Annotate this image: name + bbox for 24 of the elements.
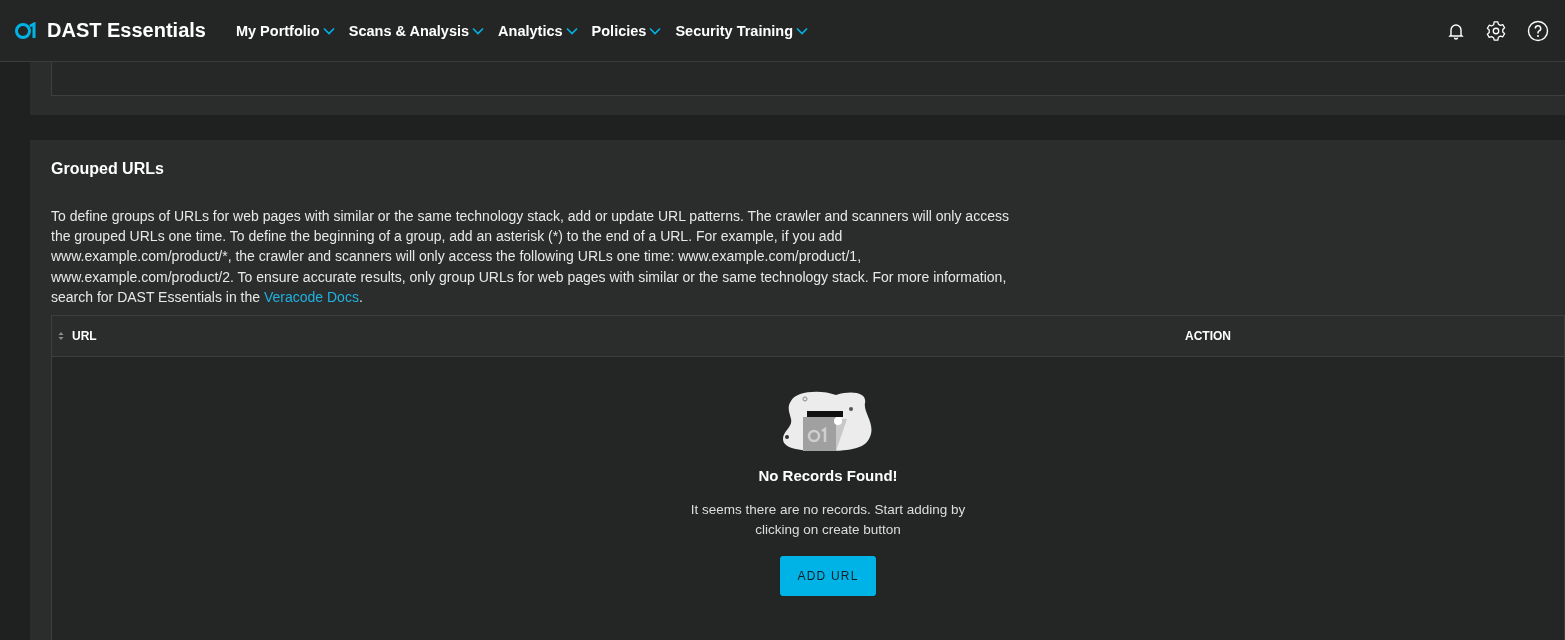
description-text: To define groups of URLs for web pages with similar or the same technology stack, add or update URL patterns. The crawler and scanners will only access the grouped URLs one time. To define the beginning of a group, add an asterisk (*) to the end of a URL. For example, if you add www.example.com/product/*, the crawler and scanners will only access the following URLs one time: www.example.com/product/1, www.example.com/product/2. To ensure accurate results, only group URLs for web pages with similar or the same technology stack. For more information, search for DAST Essentials in the Veracode Docs. bbox=[51, 207, 1010, 307]
section-title: Grouped URLs bbox=[51, 160, 165, 178]
add-url-button[interactable]: ADD URL bbox=[780, 556, 876, 596]
chevron-down-icon[interactable] bbox=[472, 26, 485, 35]
app-name: DAST Essentials bbox=[47, 19, 206, 42]
empty-message: It seems there are no records. Start adding by clicking on create button bbox=[689, 501, 967, 539]
column-label: URL bbox=[72, 329, 97, 343]
settings-icon[interactable] bbox=[1485, 19, 1507, 42]
nav-menu[interactable]: My Portfolio bbox=[235, 22, 335, 39]
column-label: ACTION bbox=[1185, 329, 1231, 343]
nav-menu[interactable]: Policies bbox=[591, 22, 662, 39]
help-icon[interactable] bbox=[1527, 19, 1549, 42]
empty-title: No Records Found! bbox=[758, 467, 898, 484]
chevron-down-icon[interactable] bbox=[649, 26, 662, 35]
nav-menu[interactable]: Analytics bbox=[498, 22, 578, 39]
chevron-down-icon[interactable] bbox=[565, 26, 578, 35]
sort-icon[interactable] bbox=[58, 331, 64, 341]
chevron-down-icon[interactable] bbox=[796, 26, 809, 35]
bell-icon[interactable] bbox=[1447, 21, 1465, 40]
chevron-down-icon[interactable] bbox=[322, 26, 335, 35]
logo-icon bbox=[15, 21, 39, 40]
veracode-docs-link[interactable]: Veracode Docs bbox=[263, 288, 359, 305]
nav-menu[interactable]: Security Training bbox=[675, 22, 809, 39]
nav-menu[interactable]: Scans & Analysis bbox=[348, 22, 485, 39]
